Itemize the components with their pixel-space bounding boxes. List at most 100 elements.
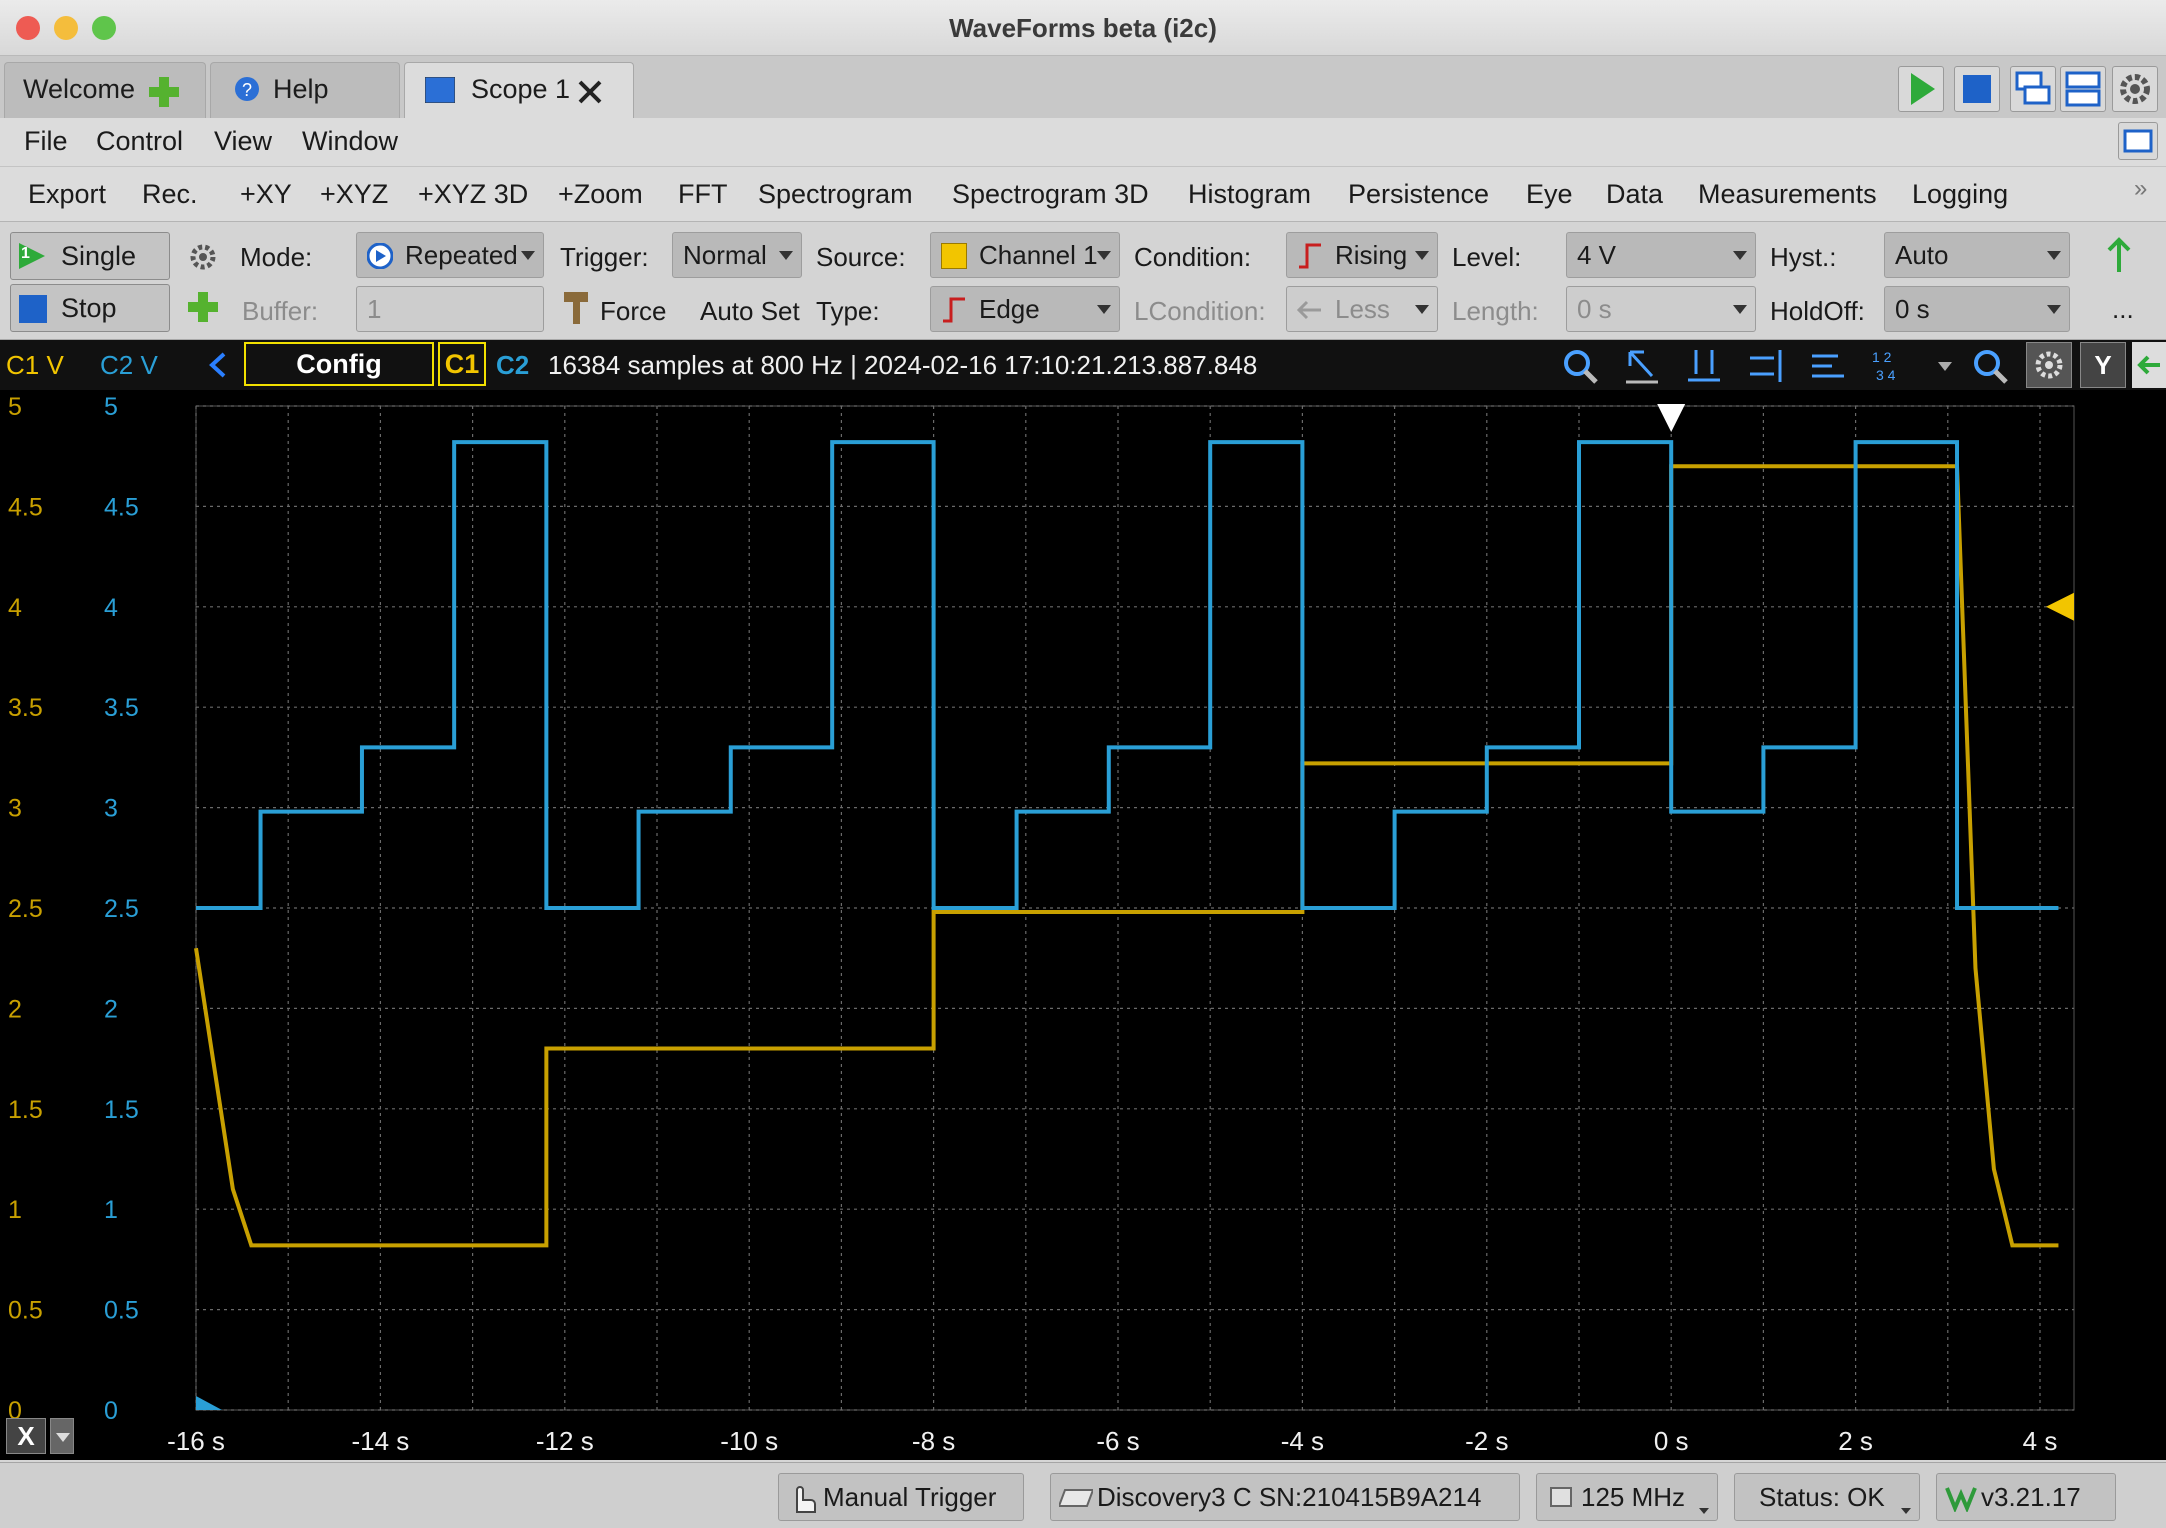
hammer-icon	[564, 292, 588, 324]
stop-button[interactable]: Stop	[10, 284, 170, 332]
gear-icon[interactable]	[186, 240, 220, 274]
trigger-select[interactable]: Normal	[672, 232, 802, 278]
source-select[interactable]: Channel 1	[930, 232, 1120, 278]
stop-all-button[interactable]	[1954, 66, 2000, 112]
device-label: Discovery3 C SN:210415B9A214	[1097, 1482, 1482, 1512]
c1-channel-tag[interactable]: C1	[438, 342, 486, 386]
data-button[interactable]: Data	[1606, 179, 1663, 210]
spectrogram-button[interactable]: Spectrogram	[758, 179, 913, 210]
tab-scope-1[interactable]: Scope 1	[404, 62, 634, 118]
tab-welcome[interactable]: Welcome	[4, 62, 206, 118]
clock-selector[interactable]: 125 MHz	[1536, 1473, 1718, 1521]
cascade-windows-button[interactable]	[2010, 66, 2056, 112]
cursor-vertical-icon[interactable]	[1684, 346, 1724, 386]
mode-select[interactable]: Repeated	[356, 232, 544, 278]
expand-panel-button[interactable]	[2132, 342, 2166, 388]
menu-bar: File Control View Window	[0, 118, 2166, 166]
x-axis-dropdown[interactable]	[50, 1418, 74, 1454]
c1-y-tick-label: 3	[8, 795, 22, 823]
manual-trigger-button[interactable]: Manual Trigger	[778, 1473, 1024, 1521]
menu-view[interactable]: View	[214, 126, 272, 157]
add-xyz-3d-button[interactable]: +XYZ 3D	[418, 179, 528, 210]
lcondition-label: LCondition:	[1134, 296, 1266, 326]
chevron-down-icon	[2047, 251, 2061, 260]
minimize-window-button[interactable]	[54, 16, 78, 40]
chevron-down-icon[interactable]	[1938, 362, 1952, 371]
scope-plot[interactable]: 5 5 4.5 4.5 4 4 3.5 3.5 3 3 2.5 2.5 2 2 1.5 1.5 1 1 0.5 0.5…	[0, 390, 2166, 1460]
add-icon[interactable]	[147, 75, 181, 109]
holdoff-value: 0 s	[1895, 294, 1930, 324]
cursor-horizontal-icon[interactable]	[1746, 346, 1786, 386]
measurements-button[interactable]: Measurements	[1698, 179, 1877, 210]
plot-settings-button[interactable]	[2026, 342, 2072, 388]
device-selector[interactable]: Discovery3 C SN:210415B9A214	[1050, 1473, 1520, 1521]
trigger-control-panel: 1 Single Stop Mode: Repeated Buffer: 1 T…	[0, 222, 2166, 340]
add-icon[interactable]	[186, 290, 220, 324]
chevron-down-icon	[1097, 305, 1111, 314]
settings-button[interactable]	[2112, 66, 2158, 112]
toolbar-overflow[interactable]: »	[2134, 175, 2147, 203]
force-button[interactable]: Force	[600, 296, 666, 327]
align-icon[interactable]	[1808, 346, 1848, 386]
type-select[interactable]: Edge	[930, 286, 1120, 332]
cursor-arrow-icon[interactable]	[1622, 346, 1662, 386]
menu-control[interactable]: Control	[96, 126, 183, 157]
add-xy-button[interactable]: +XY	[240, 179, 292, 210]
menu-file[interactable]: File	[24, 126, 68, 157]
level-input[interactable]: 4 V	[1566, 232, 1756, 278]
add-zoom-button[interactable]: +Zoom	[558, 179, 643, 210]
status-label: Status: OK	[1759, 1482, 1885, 1512]
record-button[interactable]: Rec.	[142, 179, 198, 210]
single-badge: 1	[21, 245, 30, 262]
spectrogram-3d-button[interactable]: Spectrogram 3D	[952, 179, 1149, 210]
channel-numbers-icon[interactable]: 1 23 4	[1868, 346, 1912, 386]
x-tick-label: -16 s	[167, 1426, 225, 1456]
tile-windows-button[interactable]	[2060, 66, 2106, 112]
x-axis-button[interactable]: X	[6, 1418, 46, 1454]
fft-button[interactable]: FFT	[678, 179, 727, 210]
app-window: WaveForms beta (i2c) Welcome ? Help Scop…	[0, 0, 2166, 1528]
length-input[interactable]: 0 s	[1566, 286, 1756, 332]
arrow-up-icon[interactable]	[2104, 236, 2134, 276]
config-button[interactable]: Config	[244, 342, 434, 386]
c2-y-tick-label: 4	[104, 594, 118, 622]
logging-button[interactable]: Logging	[1912, 179, 2008, 210]
menu-window[interactable]: Window	[302, 126, 398, 157]
collapse-left-icon[interactable]	[206, 350, 230, 380]
close-window-button[interactable]	[16, 16, 40, 40]
lcondition-select[interactable]: Less	[1286, 286, 1438, 332]
mode-value: Repeated	[405, 240, 518, 270]
export-button[interactable]: Export	[28, 179, 106, 210]
c2-y-tick-label: 2	[104, 995, 118, 1023]
version-button[interactable]: v3.21.17	[1936, 1473, 2116, 1521]
c1-y-tick-label: 1	[8, 1196, 22, 1224]
zoom-out-icon[interactable]	[1970, 346, 2010, 386]
buffer-input[interactable]: 1	[356, 286, 544, 332]
single-button[interactable]: 1 Single	[10, 232, 170, 280]
lcondition-value: Less	[1335, 294, 1390, 324]
detach-window-button[interactable]	[2118, 122, 2158, 160]
persistence-button[interactable]: Persistence	[1348, 179, 1489, 210]
holdoff-input[interactable]: 0 s	[1884, 286, 2070, 332]
trigger-level-marker	[2046, 592, 2074, 621]
close-tab-icon[interactable]	[577, 79, 603, 105]
c1-y-tick-label: 5	[8, 393, 22, 421]
run-button[interactable]	[1898, 66, 1944, 112]
eye-button[interactable]: Eye	[1526, 179, 1573, 210]
zoom-window-button[interactable]	[92, 16, 116, 40]
hysteresis-select[interactable]: Auto	[1884, 232, 2070, 278]
status-indicator[interactable]: Status: OK	[1734, 1473, 1920, 1521]
histogram-button[interactable]: Histogram	[1188, 179, 1311, 210]
tab-help[interactable]: ? Help	[210, 62, 400, 118]
c2-channel-tag[interactable]: C2	[496, 350, 529, 381]
auto-set-button[interactable]: Auto Set	[700, 296, 800, 327]
add-xyz-button[interactable]: +XYZ	[320, 179, 388, 210]
c1-y-tick-label: 1.5	[8, 1096, 43, 1124]
waveform-chart[interactable]: 5 5 4.5 4.5 4 4 3.5 3.5 3 3 2.5 2.5 2 2 1.5 1.5 1 1 0.5 0.5…	[0, 390, 2166, 1460]
condition-select[interactable]: Rising	[1286, 232, 1438, 278]
chevron-down-icon	[2047, 305, 2061, 314]
zoom-in-icon[interactable]	[1560, 346, 1600, 386]
y-axis-button[interactable]: Y	[2080, 342, 2126, 388]
chevron-down-icon	[1733, 251, 1747, 260]
more-options-button[interactable]: ...	[2112, 294, 2134, 325]
